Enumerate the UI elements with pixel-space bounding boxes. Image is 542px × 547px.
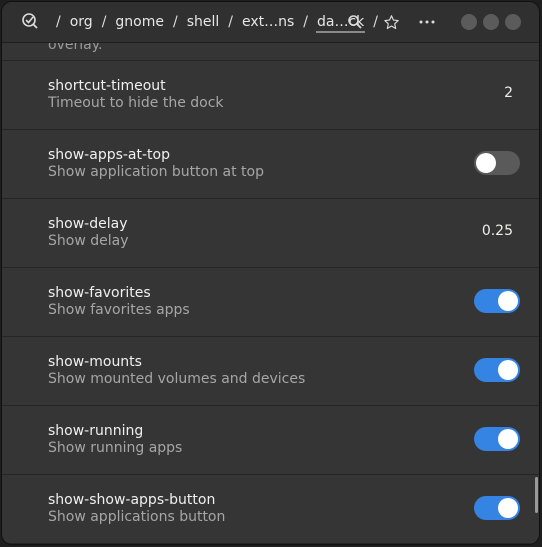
key-name: show-mounts bbox=[48, 354, 142, 370]
key-description: Show applications button bbox=[48, 509, 226, 525]
breadcrumb-separator: / bbox=[56, 14, 61, 30]
breadcrumb-gnome[interactable]: gnome bbox=[114, 14, 165, 30]
key-row-show-running[interactable]: show-running Show running apps bbox=[2, 406, 539, 475]
toggle-knob bbox=[498, 360, 518, 380]
dconf-editor-icon[interactable] bbox=[21, 12, 39, 30]
minimize-button[interactable] bbox=[461, 14, 477, 30]
breadcrumb: / org / gnome / shell / ext…ns / da…ck / bbox=[48, 2, 386, 42]
breadcrumb-extensions[interactable]: ext…ns bbox=[241, 14, 295, 30]
more-icon bbox=[419, 20, 435, 24]
key-description: Show favorites apps bbox=[48, 302, 190, 318]
toggle-switch[interactable] bbox=[474, 496, 520, 520]
toggle-switch[interactable] bbox=[474, 427, 520, 451]
key-name: show-delay bbox=[48, 216, 128, 232]
settings-list: overlay. shortcut-timeout Timeout to hid… bbox=[2, 43, 539, 544]
breadcrumb-separator: / bbox=[303, 14, 309, 30]
maximize-button[interactable] bbox=[483, 14, 499, 30]
star-icon bbox=[383, 14, 399, 29]
key-description: Timeout to hide the dock bbox=[48, 95, 224, 111]
key-name: show-favorites bbox=[48, 285, 151, 301]
key-description: Show mounted volumes and devices bbox=[48, 371, 306, 387]
search-button[interactable] bbox=[345, 12, 365, 32]
toggle-knob bbox=[476, 153, 496, 173]
toggle-switch[interactable] bbox=[474, 151, 520, 175]
key-row-show-apps-at-top[interactable]: show-apps-at-top Show application button… bbox=[2, 130, 539, 199]
search-icon bbox=[348, 15, 362, 29]
toggle-knob bbox=[498, 429, 518, 449]
menu-button[interactable] bbox=[417, 12, 437, 32]
list-item[interactable]: overlay. bbox=[2, 43, 539, 61]
header-bar: / org / gnome / shell / ext…ns / da…ck / bbox=[2, 2, 539, 43]
breadcrumb-separator: / bbox=[228, 14, 233, 30]
key-value: 2 bbox=[504, 85, 513, 101]
key-row-shortcut-timeout[interactable]: shortcut-timeout Timeout to hide the doc… bbox=[2, 61, 539, 130]
breadcrumb-separator: / bbox=[172, 14, 178, 30]
scrollbar[interactable] bbox=[535, 477, 538, 513]
key-description: overlay. bbox=[48, 43, 103, 53]
breadcrumb-org[interactable]: org bbox=[69, 14, 94, 30]
dconf-editor-window: / org / gnome / shell / ext…ns / da…ck / bbox=[2, 2, 539, 544]
key-value: 0.25 bbox=[481, 223, 513, 239]
key-description: Show running apps bbox=[48, 440, 183, 456]
key-row-show-favorites[interactable]: show-favorites Show favorites apps bbox=[2, 268, 539, 337]
key-row-show-show-apps-button[interactable]: show-show-apps-button Show applications … bbox=[2, 475, 539, 544]
close-button[interactable] bbox=[505, 14, 521, 30]
toggle-knob bbox=[498, 291, 518, 311]
key-row-show-delay[interactable]: show-delay Show delay 0.25 bbox=[2, 199, 539, 268]
bookmark-button[interactable] bbox=[381, 12, 401, 32]
key-name: show-running bbox=[48, 423, 144, 439]
key-description: Show application button at top bbox=[48, 164, 264, 180]
toggle-switch[interactable] bbox=[474, 289, 520, 313]
breadcrumb-shell[interactable]: shell bbox=[186, 14, 221, 30]
key-name: show-apps-at-top bbox=[48, 147, 170, 163]
key-name: shortcut-timeout bbox=[48, 78, 166, 94]
key-name: show-show-apps-button bbox=[48, 492, 216, 508]
toggle-knob bbox=[498, 498, 518, 518]
breadcrumb-separator: / bbox=[101, 14, 107, 30]
toggle-switch[interactable] bbox=[474, 358, 520, 382]
key-row-show-mounts[interactable]: show-mounts Show mounted volumes and dev… bbox=[2, 337, 539, 406]
key-description: Show delay bbox=[48, 233, 129, 249]
